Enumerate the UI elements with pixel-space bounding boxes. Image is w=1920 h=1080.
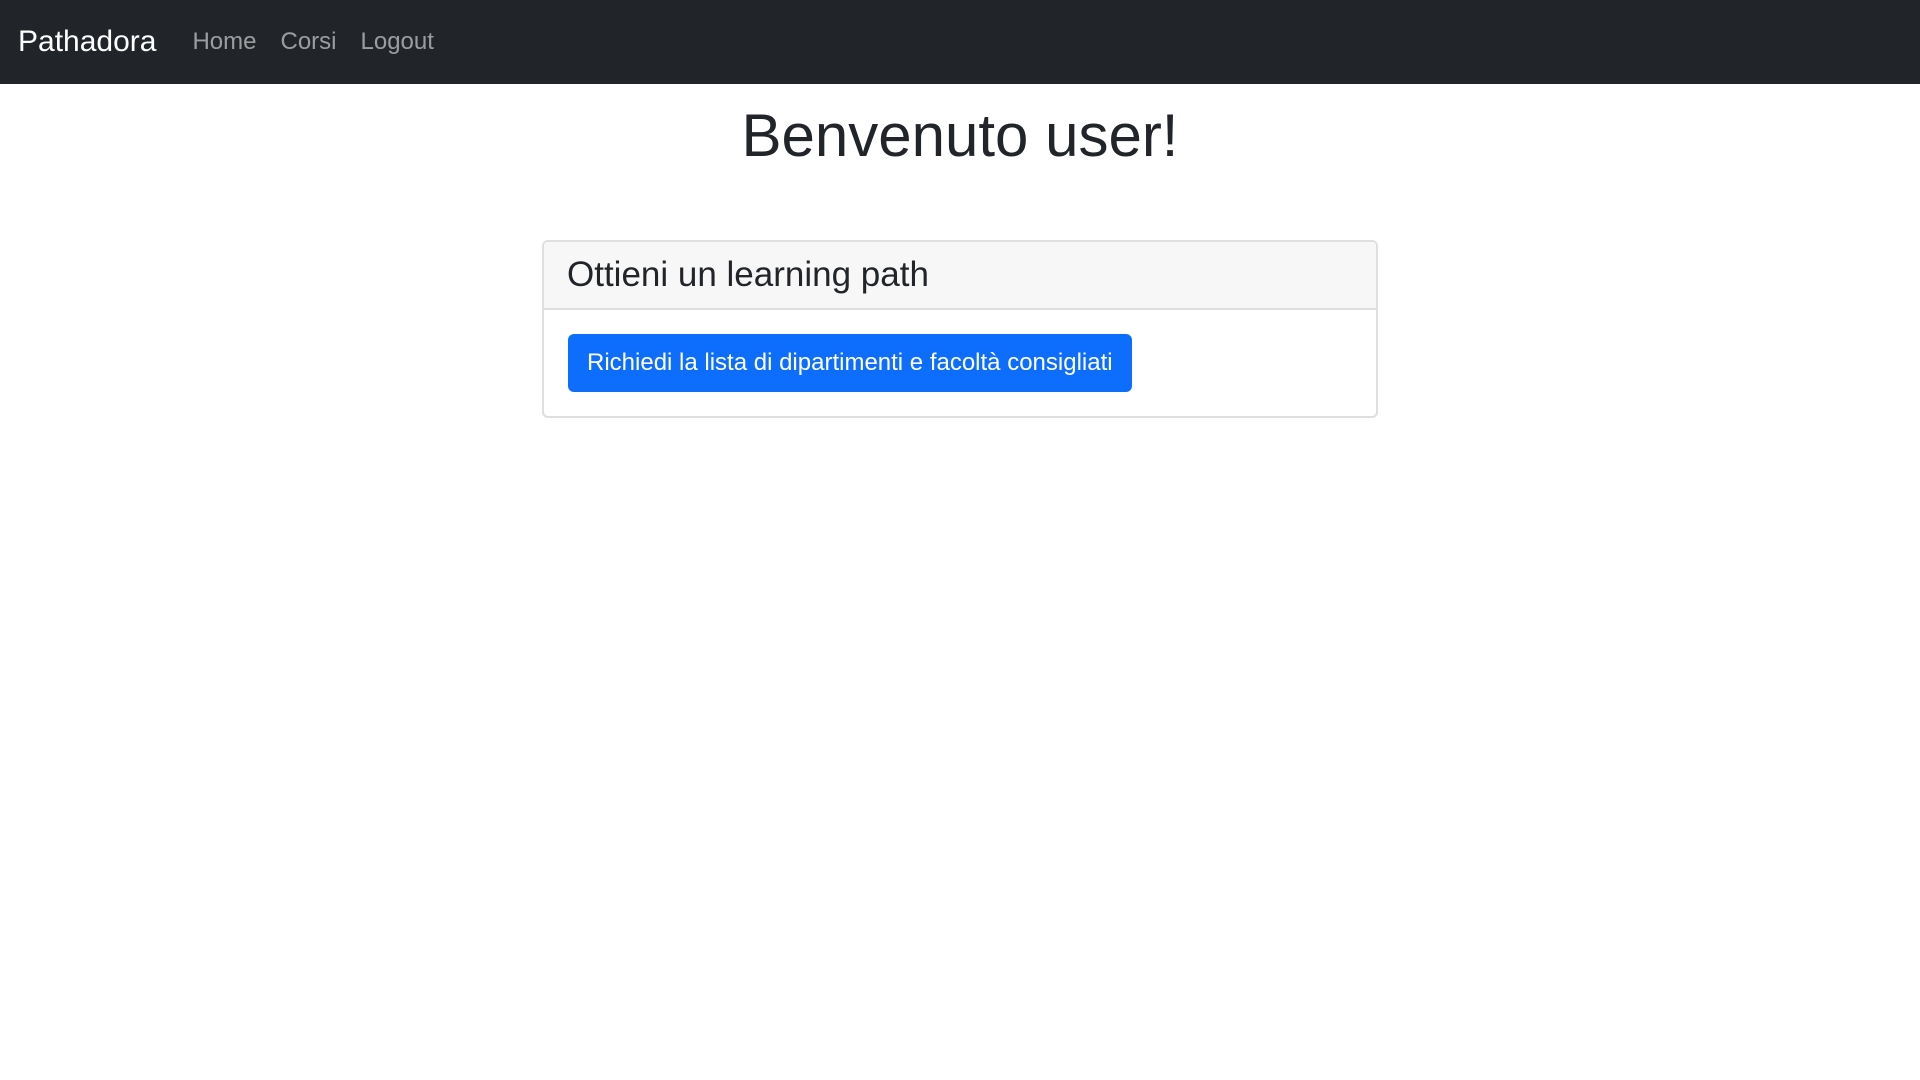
card-body: Richiedi la lista di dipartimenti e faco… (544, 310, 1376, 416)
nav-link-corsi[interactable]: Corsi (280, 28, 336, 56)
card-title: Ottieni un learning path (567, 255, 929, 294)
request-recommendations-button[interactable]: Richiedi la lista di dipartimenti e faco… (568, 334, 1132, 392)
top-navbar: Pathadora Home Corsi Logout (0, 0, 1920, 84)
nav-link-logout[interactable]: Logout (361, 28, 434, 56)
nav-link-home[interactable]: Home (192, 28, 256, 56)
nav-links: Home Corsi Logout (192, 28, 457, 56)
learning-path-card: Ottieni un learning path Richiedi la lis… (542, 240, 1378, 418)
page-title: Benvenuto user! (741, 102, 1179, 169)
card-header: Ottieni un learning path (544, 242, 1376, 310)
brand-link[interactable]: Pathadora (18, 25, 156, 59)
